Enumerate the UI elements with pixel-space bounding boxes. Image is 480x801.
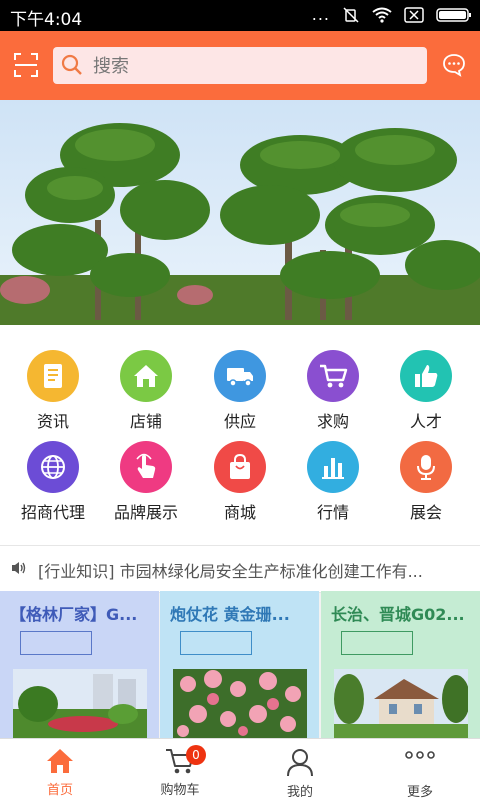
product-image[interactable]	[173, 669, 307, 738]
category-hangqing[interactable]: 行情	[285, 441, 381, 531]
tap-hand-icon	[120, 441, 172, 493]
truck-icon	[214, 350, 266, 402]
product-image[interactable]	[334, 669, 468, 738]
mute-icon	[343, 6, 359, 23]
cart-icon	[307, 350, 359, 402]
category-rencai[interactable]: 人才	[378, 350, 474, 440]
status-time: 下午4:04	[10, 10, 83, 30]
tab-label: 更多	[406, 785, 433, 800]
bar-chart-icon	[307, 441, 359, 493]
category-pinpai[interactable]: 品牌展示	[98, 441, 194, 531]
news-ticker[interactable]: [行业知识] 市园林绿化局安全生产标准化创建工作有...	[0, 545, 480, 593]
more-dots-icon: ...	[311, 5, 330, 24]
search-input[interactable]	[91, 51, 415, 81]
category-label: 求购	[316, 412, 349, 431]
sim-icon	[404, 6, 424, 23]
search-icon	[61, 54, 82, 75]
shopping-bag-icon	[214, 441, 266, 493]
tab-label: 购物车	[160, 783, 200, 798]
message-icon[interactable]	[442, 53, 466, 77]
category-label: 资讯	[36, 412, 69, 431]
tab-mine[interactable]: 我的	[240, 739, 360, 801]
price-box	[20, 631, 92, 655]
wifi-icon	[372, 7, 392, 23]
tab-more[interactable]: 更多	[360, 739, 480, 801]
news-icon	[27, 350, 79, 402]
category-label: 行情	[316, 503, 349, 522]
news-text[interactable]: [行业知识] 市园林绿化局安全生产标准化创建工作有...	[38, 558, 472, 582]
category-gongying[interactable]: 供应	[192, 350, 288, 440]
category-label: 商城	[223, 503, 256, 522]
more-dots-icon	[405, 751, 435, 759]
product-title[interactable]: 【格林厂家】G...	[10, 601, 154, 625]
status-bar: 下午4:04 ...	[0, 0, 480, 31]
category-zixun[interactable]: 资讯	[5, 350, 101, 440]
status-icons: ...	[312, 5, 472, 24]
tab-home[interactable]: 首页	[0, 739, 120, 801]
price-box	[341, 631, 413, 655]
globe-icon	[27, 441, 79, 493]
thumbs-up-icon	[400, 350, 452, 402]
tab-cart[interactable]: 0 购物车	[120, 739, 240, 801]
battery-icon	[436, 7, 471, 22]
category-label: 品牌展示	[113, 503, 178, 522]
top-bar	[0, 31, 480, 100]
search-box[interactable]	[53, 47, 427, 84]
shop-icon	[120, 350, 172, 402]
speaker-icon	[12, 562, 26, 574]
product-card[interactable]: 【格林厂家】G...	[0, 591, 159, 738]
category-qiugou[interactable]: 求购	[285, 350, 381, 440]
category-label: 展会	[409, 503, 442, 522]
microphone-icon	[400, 441, 452, 493]
tab-label: 我的	[286, 785, 313, 800]
category-label: 招商代理	[20, 503, 85, 522]
product-image[interactable]	[13, 669, 147, 738]
bottom-tab-bar: 首页 0 购物车 我的 更多	[0, 738, 480, 801]
category-shangcheng[interactable]: 商城	[192, 441, 288, 531]
price-box	[180, 631, 252, 655]
product-cards: 【格林厂家】G... 炮仗花 黄金珊... 长治、晋城G02...	[0, 591, 480, 738]
cart-badge: 0	[186, 745, 206, 765]
tab-label: 首页	[46, 783, 73, 798]
user-icon	[287, 749, 313, 777]
category-zhanhui[interactable]: 展会	[378, 441, 474, 531]
category-label: 人才	[409, 412, 442, 431]
scan-icon[interactable]	[14, 53, 38, 77]
banner-image[interactable]	[0, 100, 480, 325]
category-dianpu[interactable]: 店铺	[98, 350, 194, 440]
product-card[interactable]: 炮仗花 黄金珊...	[160, 591, 319, 738]
category-zhaoshang[interactable]: 招商代理	[5, 441, 101, 531]
product-title[interactable]: 长治、晋城G02...	[331, 601, 475, 625]
category-label: 店铺	[129, 412, 162, 431]
category-label: 供应	[223, 412, 256, 431]
product-title[interactable]: 炮仗花 黄金珊...	[170, 601, 314, 625]
home-icon	[47, 749, 73, 773]
product-card[interactable]: 长治、晋城G02...	[321, 591, 480, 738]
category-grid: 资讯 店铺 供应 求购 人才 招商代理 品牌展示 商城 行情 展会	[0, 325, 480, 545]
